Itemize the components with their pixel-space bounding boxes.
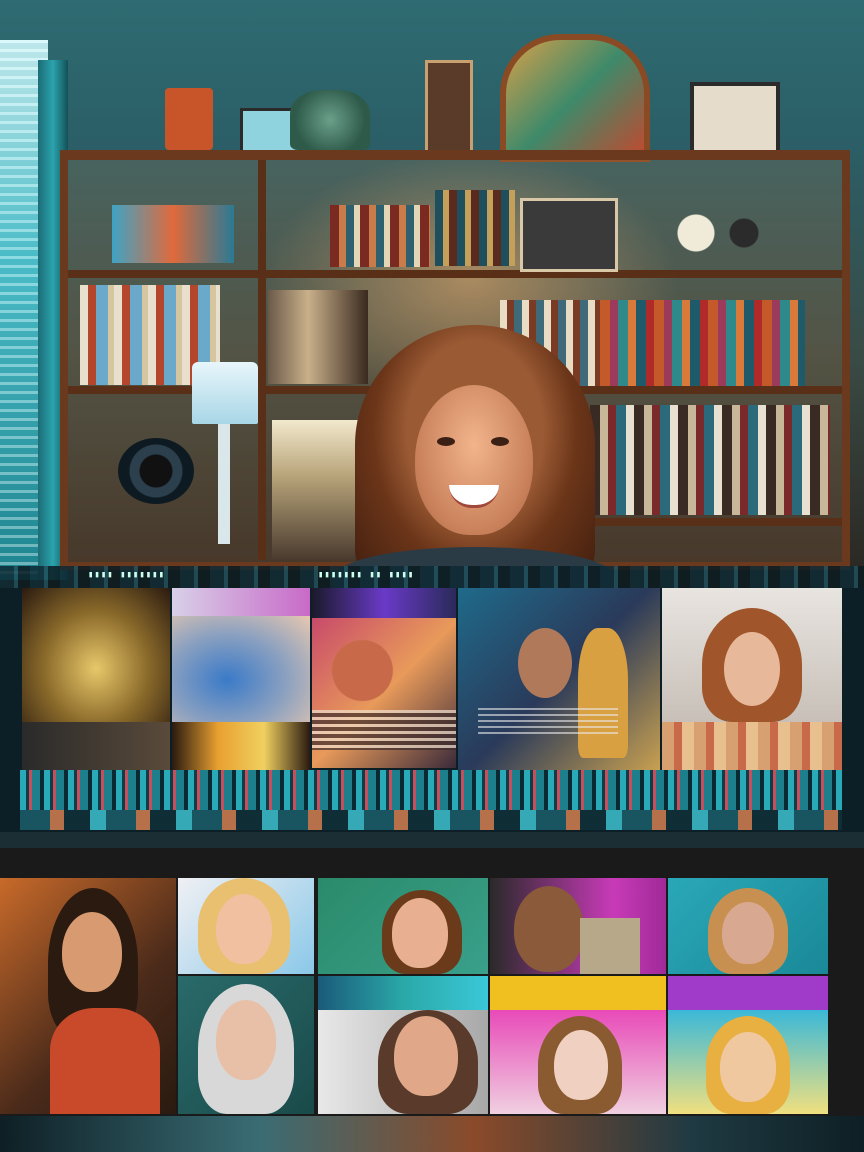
face: [415, 385, 533, 535]
decor-picture-frame: [425, 60, 473, 154]
face: [724, 632, 780, 706]
camera: [118, 438, 194, 504]
portrait-woman-glasses: [668, 976, 828, 1114]
glitch-text: ▮▮▮▮▮▮▮ ▮▮ ▮▮▮▮: [318, 570, 415, 580]
portrait-blonde-woman: [178, 878, 314, 974]
glitch-code-bar: [20, 770, 842, 810]
tile-gold-jewelry: [22, 588, 170, 722]
decor-plant: [290, 90, 370, 150]
books-row: [435, 190, 515, 266]
portrait-woman-hat: [668, 878, 828, 974]
shelf-items: [272, 420, 362, 560]
tile: [22, 722, 170, 770]
tile: [312, 588, 456, 618]
face: [62, 912, 122, 992]
glitch-code-bar: [20, 810, 842, 830]
face: [216, 1000, 276, 1080]
decor-arch-mirror: [500, 34, 650, 162]
tile-blurred-person: [172, 616, 310, 722]
face: [392, 898, 448, 968]
tile-woman-portrait: [662, 588, 842, 722]
portrait-man-glitch: [490, 878, 666, 974]
tile: [172, 588, 310, 616]
glitch-lines: [478, 708, 618, 738]
shelf-divider: [258, 160, 266, 560]
person-smiling: [335, 325, 615, 590]
shelf-plank: [580, 518, 842, 526]
tile-portrait: [312, 618, 456, 768]
portrait-older-woman-glasses: [178, 976, 314, 1114]
framed-photos: [268, 290, 368, 384]
tile-lights: [172, 722, 310, 770]
figure: [578, 628, 628, 758]
boxes: [112, 205, 234, 263]
face: [554, 1030, 608, 1100]
portrait-woman-grinning: [318, 976, 488, 1114]
collage-bottom: [0, 848, 864, 1116]
desk-lamp: [192, 362, 258, 424]
face: [216, 894, 272, 964]
face: [720, 1032, 776, 1102]
left-eye: [437, 437, 455, 446]
webcam-background-scene: [0, 0, 864, 590]
shirt: [50, 1008, 160, 1114]
shoulder: [580, 918, 640, 974]
face: [514, 886, 584, 972]
color-band: [318, 976, 488, 1010]
face: [722, 902, 774, 964]
portrait-man-beard: [0, 878, 176, 1114]
lamp-stand: [218, 424, 230, 544]
glitch-text: ▮▮▮▮ ▮▮▮▮▮▮▮: [88, 570, 166, 580]
face: [518, 628, 572, 698]
tile: [662, 722, 842, 770]
shelf-plank: [68, 270, 842, 278]
smile: [449, 485, 499, 508]
books-row: [330, 205, 430, 267]
face: [394, 1016, 458, 1096]
books-row: [590, 405, 830, 515]
portrait-woman-colorful: [490, 976, 666, 1114]
photo-frame: [520, 198, 618, 272]
decor-canvas: [690, 82, 780, 156]
glitch-lines: [312, 710, 456, 750]
decor-bag: [165, 88, 213, 150]
figurines: [660, 200, 780, 266]
tile-two-people-glitch: [458, 588, 660, 770]
footer-strip: [0, 1116, 864, 1152]
right-eye: [491, 437, 509, 446]
books-row: [600, 300, 805, 386]
portrait-smiling-woman: [318, 878, 488, 974]
